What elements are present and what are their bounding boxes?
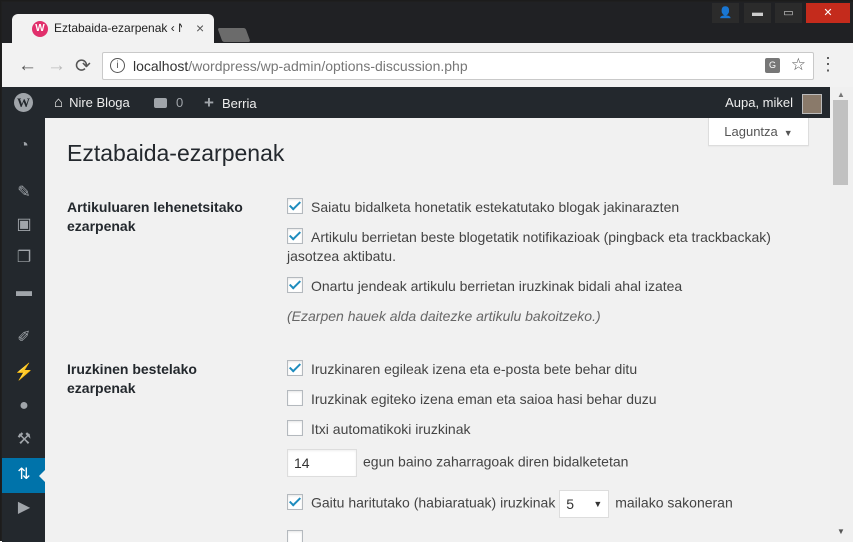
option-threaded-comments[interactable]: Gaitu haritutako (habiaratuak) iruzkinak… (287, 490, 733, 518)
section-heading-default-article: Artikuluaren lehenetsitako ezarpenak (67, 199, 243, 234)
page-scrollbar[interactable]: ▲ ▼ (830, 87, 853, 542)
caret-down-icon: ▼ (783, 128, 793, 138)
checkbox[interactable] (287, 390, 303, 406)
checkbox[interactable] (287, 228, 303, 244)
address-bar[interactable]: i localhost/wordpress/wp-admin/options-d… (102, 52, 814, 80)
site-name-link[interactable]: ⌂ Nire Bloga (54, 87, 130, 118)
option-label: Onartu jendeak artikulu berrietan iruzki… (311, 278, 683, 294)
option-label: Iruzkinak egiteko izena eman eta saioa h… (311, 391, 657, 407)
close-window-button[interactable]: ✕ (806, 3, 850, 23)
page-title: Eztabaida-ezarpenak (67, 140, 285, 166)
plus-icon: + (204, 93, 214, 112)
browser-toolbar: ← → ⟳ i localhost/wordpress/wp-admin/opt… (2, 43, 853, 88)
checkbox[interactable] (287, 530, 303, 542)
home-icon: ⌂ (54, 94, 64, 111)
users-icon[interactable]: ● (14, 396, 34, 416)
option-label: Itxi automatikoki iruzkinak (311, 421, 471, 437)
thread-depth-select[interactable]: 5 ▼ (559, 490, 610, 518)
settings-note: (Ezarpen hauek alda daitezke artikulu ba… (287, 308, 601, 324)
tab-bar: W Eztabaida-ezarpenak ‹ Nire × 👤 ▬ ▭ ✕ (2, 2, 853, 44)
dashboard-icon[interactable]: ◔ (14, 136, 34, 156)
new-tab-button[interactable] (217, 28, 251, 42)
tab-close-icon[interactable]: × (196, 20, 204, 36)
chevron-down-icon: ▼ (593, 499, 603, 509)
new-content-link[interactable]: + Berria (204, 87, 257, 118)
settings-icon[interactable]: ⇅ (14, 465, 34, 485)
main-content: Laguntza ▼ Eztabaida-ezarpenak Artikuluar… (45, 118, 830, 542)
browser-tab[interactable]: W Eztabaida-ezarpenak ‹ Nire × (12, 14, 214, 44)
section-heading-other-comment: Iruzkinen bestelako ezarpenak (67, 361, 197, 396)
checkbox[interactable] (287, 360, 303, 376)
tools-icon[interactable]: ⚒ (14, 430, 34, 450)
plugins-icon[interactable]: ⚡ (14, 363, 34, 383)
forward-button[interactable]: → (47, 55, 66, 77)
checkbox[interactable] (287, 420, 303, 436)
option-require-registration[interactable]: Iruzkinak egiteko izena eman eta saioa h… (287, 390, 657, 409)
browser-window: W Eztabaida-ezarpenak ‹ Nire × 👤 ▬ ▭ ✕ ←… (0, 0, 853, 542)
url-path: /wordpress/wp-admin/options-discussion.p… (188, 58, 468, 74)
pages-icon[interactable]: ❐ (14, 248, 34, 268)
help-tab-button[interactable]: Laguntza ▼ (708, 118, 809, 146)
option-allow-comments[interactable]: Onartu jendeak artikulu berrietan iruzki… (287, 277, 682, 296)
checkbox[interactable] (287, 493, 303, 510)
option-label: Saiatu bidalketa honetatik estekatutako … (311, 199, 680, 215)
option-label: Iruzkinaren egileak izena eta e-posta be… (311, 361, 638, 377)
option-partial-checkbox[interactable] (287, 530, 311, 542)
info-icon[interactable]: i (110, 58, 125, 73)
option-close-days: 14 egun baino zaharragoak diren bidalkete… (287, 449, 628, 477)
option-notify-linked-blogs[interactable]: Saiatu bidalketa honetatik estekatutako … (287, 198, 679, 217)
close-days-input[interactable]: 14 (287, 449, 357, 477)
comments-icon[interactable]: ▬ (14, 282, 34, 302)
wordpress-logo-icon[interactable]: W (14, 93, 33, 112)
option-require-name-email[interactable]: Iruzkinaren egileak izena eta e-posta be… (287, 360, 637, 379)
checkbox[interactable] (287, 198, 303, 214)
scroll-up-icon[interactable]: ▲ (837, 90, 845, 99)
greeting-text: Aupa, mikel (725, 95, 793, 110)
option-label: Artikulu berrietan beste blogetatik noti… (287, 229, 771, 264)
threaded-prefix: Gaitu haritutako (habiaratuak) iruzkinak (311, 494, 556, 511)
my-account-link[interactable]: Aupa, mikel (725, 87, 793, 118)
checkbox[interactable] (287, 277, 303, 293)
comment-bubble-icon (154, 98, 167, 108)
appearance-icon[interactable]: ✐ (14, 328, 34, 348)
reload-button[interactable]: ⟳ (75, 55, 91, 78)
scroll-thumb[interactable] (833, 100, 848, 185)
bookmark-star-icon[interactable]: ☆ (791, 55, 806, 75)
thread-depth-value: 5 (566, 496, 575, 512)
posts-icon[interactable]: ✎ (14, 183, 34, 203)
option-allow-pingbacks[interactable]: Artikulu berrietan beste blogetatik noti… (287, 228, 787, 266)
url-text: localhost/wordpress/wp-admin/options-dis… (133, 58, 468, 74)
close-days-suffix: egun baino zaharragoak diren bidalketeta… (363, 453, 629, 470)
user-profile-icon[interactable]: 👤 (712, 3, 739, 23)
wp-admin-bar: W ⌂ Nire Bloga 0 + Berria Aupa, mikel (2, 87, 853, 118)
new-label: Berria (221, 96, 257, 111)
scroll-down-icon[interactable]: ▼ (837, 527, 845, 536)
browser-menu-icon[interactable]: ⋮ (819, 54, 837, 75)
threaded-suffix: mailako sakoneran (615, 494, 733, 511)
maximize-button[interactable]: ▭ (775, 3, 802, 23)
back-button[interactable]: ← (18, 55, 37, 77)
minimize-button[interactable]: ▬ (744, 3, 771, 23)
collapse-icon[interactable]: ▶ (14, 498, 34, 518)
translate-icon[interactable]: G (765, 58, 780, 73)
site-name: Nire Bloga (69, 95, 130, 110)
media-icon[interactable]: ▣ (14, 215, 34, 235)
comments-link[interactable]: 0 (154, 87, 183, 118)
comments-count: 0 (176, 95, 184, 110)
url-host: localhost (133, 58, 189, 74)
tab-title: Eztabaida-ezarpenak ‹ Nire (54, 21, 182, 35)
admin-sidebar: ◔ ✎ ▣ ❐ ▬ ✐ ⚡ ● ⚒ ⇅ ▶ (2, 118, 46, 542)
avatar[interactable] (802, 94, 822, 114)
option-auto-close-comments[interactable]: Itxi automatikoki iruzkinak (287, 420, 471, 439)
help-label: Laguntza (724, 124, 778, 139)
favicon-icon: W (32, 21, 48, 37)
